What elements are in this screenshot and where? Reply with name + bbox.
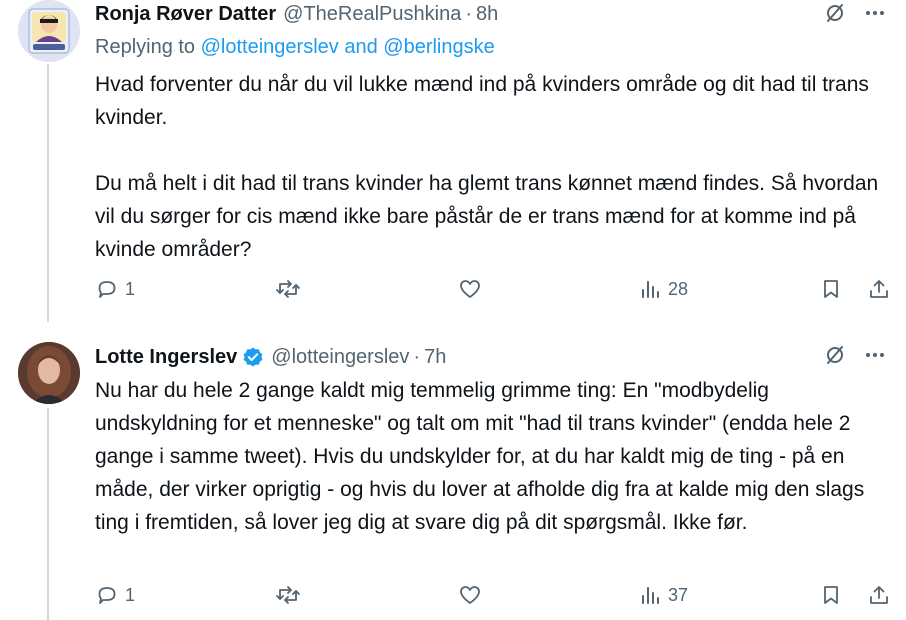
share-button[interactable]: [867, 578, 891, 612]
tweet-header: Lotte Ingerslev @lotteingerslev · 7h: [95, 343, 446, 371]
tweet-paragraph: Du må helt i dit had til trans kvinder h…: [95, 172, 879, 261]
tweet-text: Nu har du hele 2 gange kaldt mig temmeli…: [95, 374, 895, 539]
views-icon: [642, 281, 659, 298]
share-icon: [870, 586, 888, 604]
separator: ·: [465, 2, 473, 25]
replying-prefix: Replying to: [95, 36, 196, 58]
more-icon[interactable]: [864, 344, 886, 371]
share-button[interactable]: [867, 272, 891, 306]
views-icon: [642, 587, 659, 604]
views-count: 37: [668, 584, 689, 605]
retweet-button[interactable]: [275, 578, 301, 612]
grok-icon[interactable]: [824, 2, 846, 29]
views-count: 28: [668, 278, 689, 299]
like-icon: [460, 586, 480, 604]
avatar-lotte[interactable]: [18, 342, 80, 404]
bookmark-button[interactable]: [820, 272, 842, 306]
timestamp[interactable]: 7h: [424, 346, 446, 369]
reply-icon: [98, 587, 116, 604]
tweet-top-actions: [824, 344, 886, 371]
like-button[interactable]: [458, 272, 482, 306]
retweet-icon: [276, 586, 300, 604]
like-button[interactable]: [458, 578, 482, 612]
author-handle[interactable]: @TheRealPushkina: [283, 3, 461, 26]
reply-button[interactable]: 1: [95, 578, 135, 612]
thread-line: [47, 64, 49, 322]
avatar-ronja[interactable]: [18, 0, 80, 62]
views-button[interactable]: 28: [640, 272, 688, 306]
retweet-icon: [276, 280, 300, 298]
more-icon[interactable]: [864, 2, 886, 29]
grok-icon[interactable]: [824, 344, 846, 371]
reply-icon: [98, 281, 116, 298]
mention-link-2[interactable]: @berlingske: [383, 36, 494, 58]
thread-line: [47, 408, 49, 620]
replying-to: Replying to @lotteingerslev and @berling…: [95, 36, 495, 59]
verified-badge-icon[interactable]: [242, 346, 264, 368]
mention-and: and: [344, 36, 378, 58]
reply-count: 1: [125, 278, 136, 299]
retweet-button[interactable]: [275, 272, 301, 306]
tweet-text: Hvad forventer du når du vil lukke mænd …: [95, 68, 895, 266]
tweet-lotte[interactable]: Lotte Ingerslev @lotteingerslev · 7h Nu …: [0, 322, 906, 620]
author-name[interactable]: Ronja Røver Datter: [95, 3, 276, 26]
views-button[interactable]: 37: [640, 578, 688, 612]
avatar-illustration: [18, 0, 80, 62]
tweet-ronja[interactable]: Ronja Røver Datter @TheRealPushkina · 8h…: [0, 0, 906, 322]
tweet-actions: 1 37: [95, 578, 895, 612]
tweet-header: Ronja Røver Datter @TheRealPushkina · 8h: [95, 0, 498, 28]
bookmark-button[interactable]: [820, 578, 842, 612]
like-icon: [460, 280, 480, 298]
timestamp[interactable]: 8h: [476, 3, 498, 26]
share-icon: [870, 280, 888, 298]
separator: ·: [413, 345, 421, 368]
bookmark-icon: [824, 586, 838, 604]
tweet-paragraph: Hvad forventer du når du vil lukke mænd …: [95, 73, 869, 129]
avatar-photo: [18, 342, 80, 404]
author-handle[interactable]: @lotteingerslev: [271, 346, 409, 369]
bookmark-icon: [824, 280, 838, 298]
tweet-actions: 1 28: [95, 272, 895, 306]
tweet-paragraph: Nu har du hele 2 gange kaldt mig temmeli…: [95, 379, 865, 534]
reply-count: 1: [125, 584, 136, 605]
tweet-top-actions: [824, 2, 886, 29]
mention-link-1[interactable]: @lotteingerslev: [201, 36, 339, 58]
reply-button[interactable]: 1: [95, 272, 135, 306]
author-name[interactable]: Lotte Ingerslev: [95, 346, 237, 369]
